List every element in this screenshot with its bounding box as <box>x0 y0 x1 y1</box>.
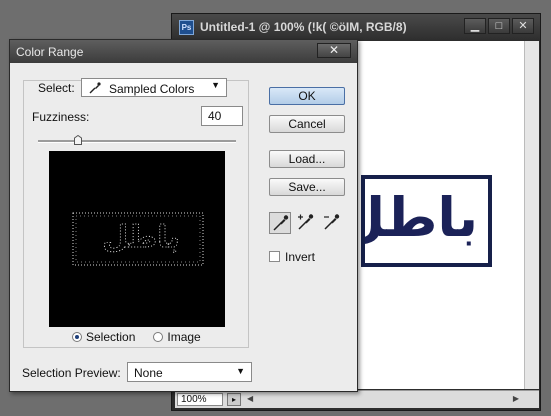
fuzziness-input[interactable]: 40 <box>201 106 243 126</box>
document-title: Untitled-1 @ 100% (!k( ©öIM, RGB/8) <box>200 20 407 34</box>
selection-preview: باطل <box>49 151 225 327</box>
eyedropper-button[interactable] <box>269 212 291 234</box>
invert-label: Invert <box>285 250 316 264</box>
svg-text:باطل: باطل <box>102 220 180 255</box>
selection-radio-label: Selection <box>86 330 136 344</box>
document-titlebar[interactable]: Ps Untitled-1 @ 100% (!k( ©öIM, RGB/8) ▁… <box>172 14 540 40</box>
select-label: Select: <box>38 81 75 95</box>
eyedropper-plus-button[interactable] <box>295 212 317 234</box>
load-button[interactable]: Load... <box>269 150 345 168</box>
ok-button[interactable]: OK <box>269 87 345 105</box>
photoshop-icon: Ps <box>179 20 194 35</box>
vertical-scrollbar[interactable] <box>524 41 539 389</box>
selection-preview-value: None <box>134 366 163 380</box>
eyedropper-icon <box>89 82 101 94</box>
cancel-button[interactable]: Cancel <box>269 115 345 133</box>
image-option[interactable]: Image <box>153 330 201 344</box>
fuzziness-label: Fuzziness: <box>32 110 90 124</box>
eyedropper-tools <box>269 212 343 234</box>
zoom-field[interactable]: 100% <box>177 393 223 406</box>
eyedropper-icon <box>273 215 289 231</box>
close-button[interactable]: ✕ <box>512 18 534 34</box>
dialog-close-button[interactable]: ✕ <box>317 43 351 58</box>
selection-radio[interactable] <box>72 332 82 342</box>
fuzziness-slider-thumb[interactable] <box>73 135 82 145</box>
color-range-dialog[interactable]: Color Range ✕ Select: Sampled Colors ▼ F… <box>9 39 358 392</box>
invert-checkbox[interactable] <box>269 251 280 262</box>
select-dropdown[interactable]: Sampled Colors ▼ <box>81 78 227 97</box>
chevron-down-icon: ▼ <box>211 80 220 90</box>
chevron-down-icon: ▼ <box>236 366 245 376</box>
image-radio[interactable] <box>153 332 164 342</box>
canvas-text-box: باطل <box>361 175 492 267</box>
maximize-button[interactable]: □ <box>488 18 510 34</box>
selection-preview-dropdown[interactable]: None ▼ <box>127 362 252 382</box>
save-button[interactable]: Save... <box>269 178 345 196</box>
selection-option[interactable]: Selection <box>72 330 135 344</box>
status-menu-icon[interactable]: ▸ <box>227 393 241 406</box>
minimize-button[interactable]: ▁ <box>464 18 486 34</box>
eyedropper-minus-icon <box>324 214 340 230</box>
selection-preview-label: Selection Preview: <box>22 366 121 380</box>
eyedropper-minus-button[interactable] <box>321 212 343 234</box>
view-options: Selection Image <box>72 330 213 344</box>
scroll-right-icon[interactable]: ▶ <box>513 394 519 403</box>
canvas-arabic-text: باطل <box>365 186 478 249</box>
status-bar: 100% ▸ ◀ ▶ <box>175 390 539 408</box>
dialog-title: Color Range <box>16 45 84 59</box>
fuzziness-slider-track[interactable] <box>38 140 236 143</box>
select-value: Sampled Colors <box>109 82 195 96</box>
eyedropper-plus-icon <box>298 214 314 230</box>
image-radio-label: Image <box>167 330 201 344</box>
dialog-titlebar[interactable]: Color Range ✕ <box>10 40 357 63</box>
scroll-left-icon[interactable]: ◀ <box>247 394 253 403</box>
